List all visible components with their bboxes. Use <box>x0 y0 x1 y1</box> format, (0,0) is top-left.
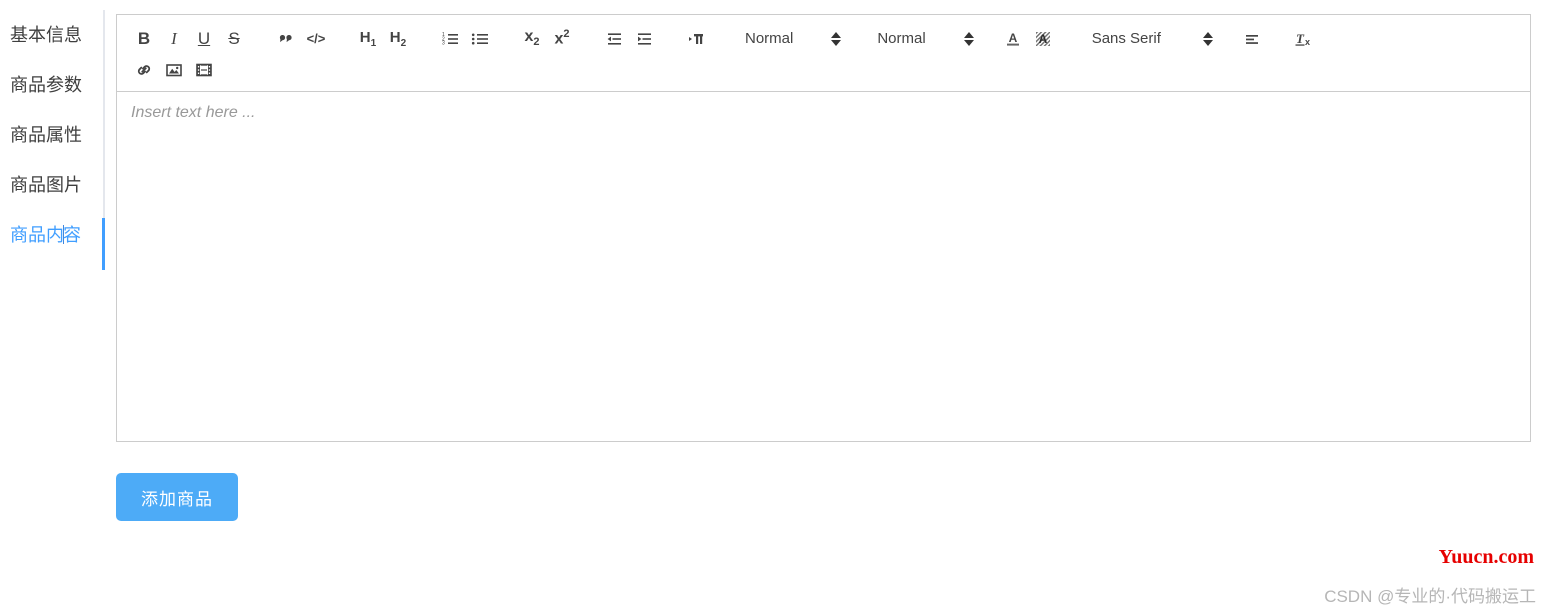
sidebar-item-label: 商品内容 <box>10 225 81 245</box>
align-left-icon <box>1243 30 1261 48</box>
svg-text:T: T <box>1296 31 1305 46</box>
toolbar-group-direction <box>681 27 711 51</box>
insert-link-button[interactable] <box>130 58 158 82</box>
chevron-updown-icon <box>831 32 841 46</box>
clear-format-icon: T x <box>1294 30 1314 48</box>
superscript-button[interactable]: x2 <box>548 27 576 51</box>
svg-text:A: A <box>1038 32 1047 46</box>
toolbar-group-indent <box>599 27 659 51</box>
code-icon: </> <box>307 31 326 46</box>
subscript-icon: x2 <box>524 28 539 48</box>
blockquote-button[interactable] <box>272 27 300 51</box>
header-1-button[interactable]: H1 <box>354 27 382 51</box>
editor-content-area[interactable]: Insert text here ... <box>116 92 1531 442</box>
sidebar-item-label: 商品属性 <box>10 125 82 145</box>
background-color-icon: A <box>1034 30 1052 48</box>
image-icon <box>165 61 183 79</box>
sidebar-item-label: 基本信息 <box>10 25 82 45</box>
h1-icon: H1 <box>360 29 376 49</box>
add-product-button[interactable]: 添加商品 <box>116 473 238 521</box>
underline-button[interactable]: U <box>190 27 218 51</box>
rich-text-editor: B I U S <box>116 14 1531 442</box>
clear-format-button[interactable]: T x <box>1290 27 1318 51</box>
insert-video-button[interactable] <box>190 58 218 82</box>
toolbar-group-block: </> <box>271 27 331 51</box>
strikethrough-button[interactable]: S <box>220 27 248 51</box>
text-caret <box>63 225 64 244</box>
insert-image-button[interactable] <box>160 58 188 82</box>
header-2-button[interactable]: H2 <box>384 27 412 51</box>
quote-icon <box>277 30 295 48</box>
sidebar-item-product-params[interactable]: 商品参数 <box>0 60 105 110</box>
sidebar-item-label: 商品图片 <box>10 175 82 195</box>
italic-button[interactable]: I <box>160 27 188 51</box>
outdent-button[interactable] <box>600 27 628 51</box>
toolbar-group-colors: A <box>998 27 1058 51</box>
font-select[interactable]: Sans Serif <box>1090 26 1215 52</box>
header-select-value: Normal <box>877 30 925 47</box>
align-button[interactable] <box>1238 27 1266 51</box>
size-select[interactable]: Normal <box>743 26 843 52</box>
video-icon <box>195 61 213 79</box>
toolbar-group-lists: 1 2 3 <box>435 27 495 51</box>
text-color-button[interactable]: A <box>999 27 1027 51</box>
subscript-button[interactable]: x2 <box>518 27 546 51</box>
font-select-value: Sans Serif <box>1092 30 1161 47</box>
code-block-button[interactable]: </> <box>302 27 330 51</box>
indent-icon <box>635 30 653 48</box>
indent-button[interactable] <box>630 27 658 51</box>
text-color-icon: A <box>1004 30 1022 48</box>
pilcrow-icon <box>687 30 705 48</box>
toolbar-group-script: x2 x2 <box>517 27 577 51</box>
sidebar-item-product-attributes[interactable]: 商品属性 <box>0 110 105 160</box>
list-bullet-icon <box>471 30 489 48</box>
superscript-icon: x2 <box>554 28 569 48</box>
size-select-value: Normal <box>745 30 793 47</box>
bullet-list-button[interactable] <box>466 27 494 51</box>
svg-text:x: x <box>1305 37 1310 47</box>
toolbar-group-headers: H1 H2 <box>353 27 413 51</box>
chevron-updown-icon <box>964 32 974 46</box>
bold-icon: B <box>138 30 150 47</box>
sidebar-tabs: 基本信息 商品参数 商品属性 商品图片 商品内容 <box>0 10 105 270</box>
toolbar-group-inline: B I U S <box>129 27 249 51</box>
list-ordered-icon: 1 2 3 <box>441 30 459 48</box>
italic-icon: I <box>171 30 177 47</box>
strikethrough-icon: S <box>228 30 239 47</box>
sidebar-item-product-images[interactable]: 商品图片 <box>0 160 105 210</box>
underline-icon: U <box>198 30 210 47</box>
svg-text:A: A <box>1008 31 1017 45</box>
sidebar-item-product-content[interactable]: 商品内容 <box>0 210 105 260</box>
link-icon <box>135 61 153 79</box>
page-root: 基本信息 商品参数 商品属性 商品图片 商品内容 B I <box>0 0 1550 614</box>
toolbar-row-2 <box>129 54 1518 85</box>
watermark-author: CSDN @专业的·代码搬运工 <box>1324 582 1536 607</box>
editor-toolbar: B I U S <box>116 14 1531 92</box>
header-select[interactable]: Normal <box>875 26 975 52</box>
chevron-updown-icon <box>1203 32 1213 46</box>
toolbar-row-1: B I U S <box>129 23 1518 54</box>
bold-button[interactable]: B <box>130 27 158 51</box>
editor-placeholder: Insert text here ... <box>131 104 1516 122</box>
background-color-button[interactable]: A <box>1029 27 1057 51</box>
sidebar-item-label: 商品参数 <box>10 75 82 95</box>
sidebar-item-basic-info[interactable]: 基本信息 <box>0 10 105 60</box>
outdent-icon <box>605 30 623 48</box>
watermark-site: Yuucn.com <box>1439 546 1534 569</box>
ordered-list-button[interactable]: 1 2 3 <box>436 27 464 51</box>
svg-text:3: 3 <box>442 40 445 46</box>
text-direction-button[interactable] <box>682 27 710 51</box>
h2-icon: H2 <box>390 29 406 49</box>
